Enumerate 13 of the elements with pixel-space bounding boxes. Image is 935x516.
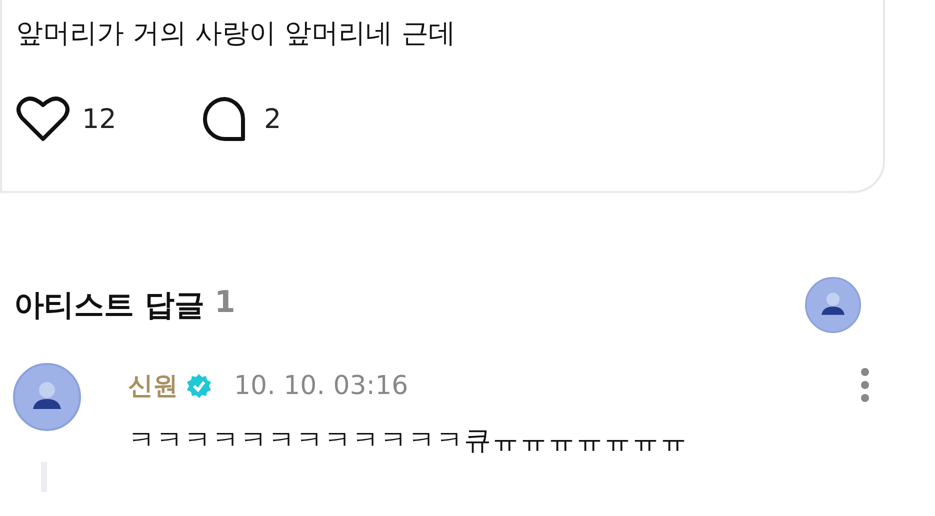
avatar-icon bbox=[13, 363, 81, 431]
more-icon[interactable] bbox=[860, 367, 870, 403]
comment-text: ㅋㅋㅋㅋㅋㅋㅋㅋㅋㅋㅋㅋ큐ㅠㅠㅠㅠㅠㅠㅠ bbox=[128, 424, 689, 458]
heart-icon[interactable] bbox=[16, 95, 70, 143]
comment-time: 10. 10. 03:16 bbox=[234, 370, 408, 400]
comment-icon[interactable] bbox=[202, 96, 248, 142]
author-name[interactable]: 신원 bbox=[128, 369, 178, 402]
reply-count: 1 bbox=[214, 284, 236, 322]
section-title: 아티스트 답글 bbox=[14, 286, 204, 324]
avatar-icon bbox=[805, 277, 861, 333]
like-count: 12 bbox=[82, 104, 116, 134]
post-text: 앞머리가 거의 사랑이 앞머리네 근데 bbox=[16, 17, 456, 51]
comment-count: 2 bbox=[264, 104, 282, 134]
